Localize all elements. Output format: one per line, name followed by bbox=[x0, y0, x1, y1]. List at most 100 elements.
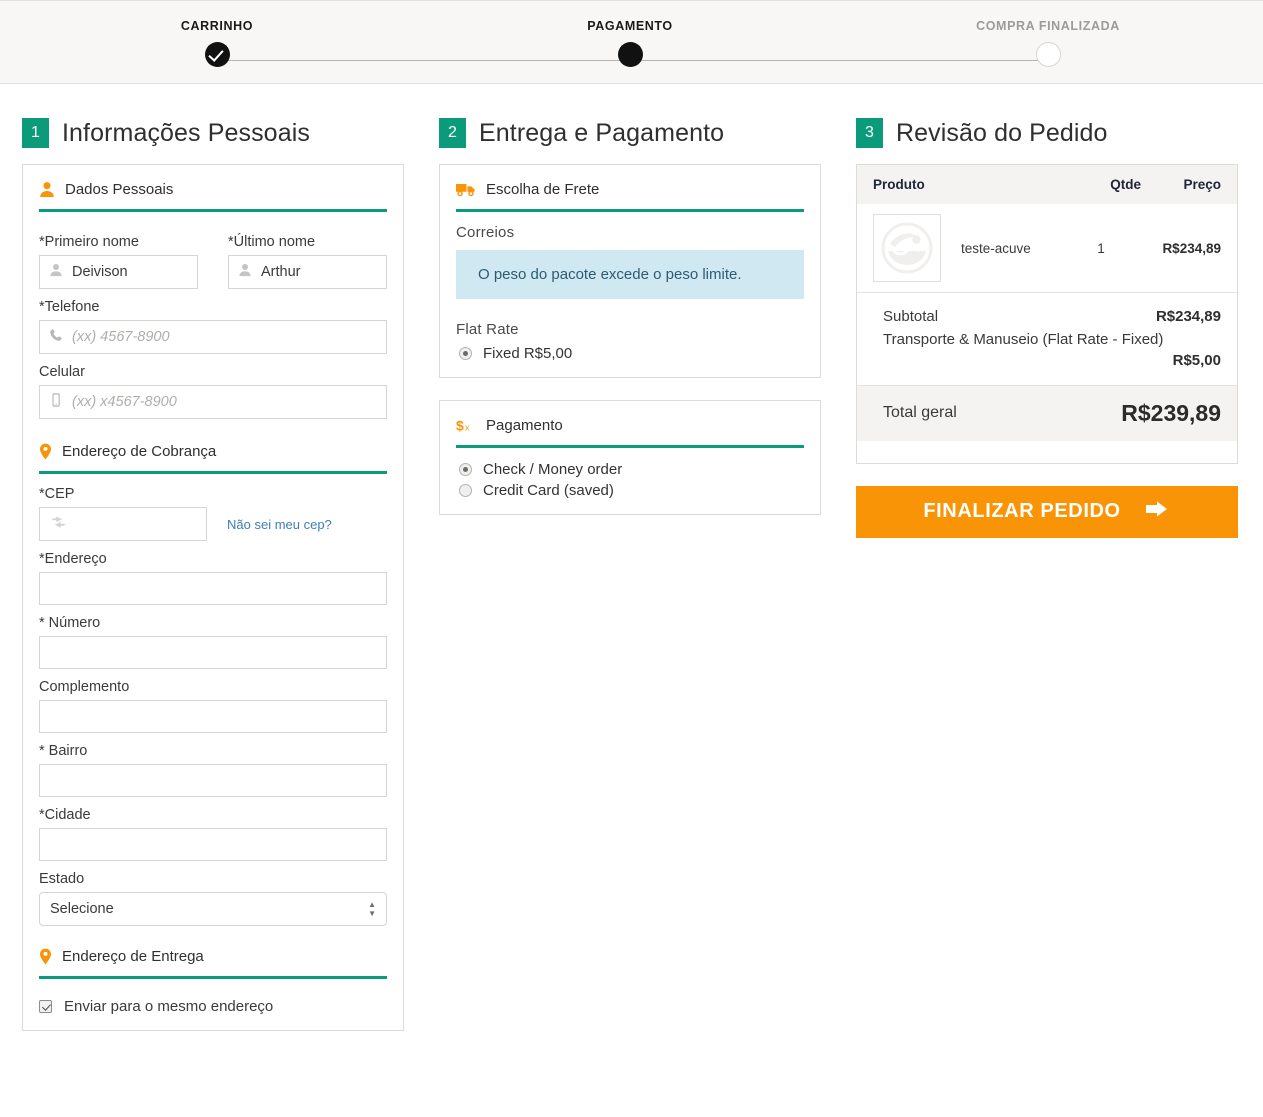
personal-data-title: Dados Pessoais bbox=[65, 181, 173, 198]
step-number-badge: 2 bbox=[439, 118, 466, 148]
svg-text:x: x bbox=[465, 423, 470, 433]
cep-label: *CEP bbox=[39, 486, 387, 502]
svg-text:$: $ bbox=[456, 418, 464, 434]
address-input[interactable] bbox=[39, 572, 387, 605]
payment-option-label: Credit Card (saved) bbox=[483, 482, 614, 499]
complement-input[interactable] bbox=[39, 700, 387, 733]
progress-step-label: PAGAMENTO bbox=[510, 19, 750, 33]
last-name-label: *Último nome bbox=[228, 234, 387, 250]
number-label: * Número bbox=[39, 615, 387, 631]
flat-rate-option-row[interactable]: Fixed R$5,00 bbox=[456, 344, 804, 365]
shipping-method-panel: Escolha de Frete Correios O peso do paco… bbox=[439, 164, 821, 378]
same-address-label: Enviar para o mesmo endereço bbox=[64, 998, 273, 1015]
page-title: Informações Pessoais bbox=[62, 119, 310, 148]
truck-icon bbox=[456, 182, 476, 197]
progress-step-compra-finalizada: COMPRA FINALIZADA bbox=[928, 1, 1168, 67]
product-name: teste-acuve bbox=[941, 241, 1071, 256]
complement-label: Complemento bbox=[39, 679, 387, 695]
mobile-label: Celular bbox=[39, 364, 387, 380]
delivery-heading: 2 Entrega e Pagamento bbox=[439, 118, 821, 148]
same-address-checkbox-row[interactable]: Enviar para o mesmo endereço bbox=[39, 991, 387, 1018]
billing-address-title: Endereço de Cobrança bbox=[62, 443, 216, 460]
column-header-qtde: Qtde bbox=[1051, 177, 1141, 192]
delivery-title: Entrega e Pagamento bbox=[479, 119, 724, 148]
dollar-icon: $x bbox=[456, 417, 476, 434]
billing-address-header: Endereço de Cobrança bbox=[39, 441, 387, 474]
phone-input[interactable]: (xx) 4567-8900 bbox=[39, 320, 387, 354]
state-select[interactable]: Selecione ▲▼ bbox=[39, 892, 387, 926]
exchange-arrows-icon bbox=[49, 515, 69, 533]
current-step-dot-icon bbox=[618, 42, 643, 67]
user-icon bbox=[238, 263, 252, 281]
mobile-input[interactable]: (xx) x4567-8900 bbox=[39, 385, 387, 419]
order-review-heading: 3 Revisão do Pedido bbox=[856, 118, 1238, 148]
carrier-label: Correios bbox=[456, 224, 804, 241]
payment-option-check-row[interactable]: Check / Money order bbox=[456, 460, 804, 481]
column-delivery-payment: 2 Entrega e Pagamento Escolha de Frete C… bbox=[439, 84, 821, 515]
shipping-method-title: Escolha de Frete bbox=[486, 181, 599, 198]
step-number-badge: 3 bbox=[856, 118, 883, 148]
last-name-value: Arthur bbox=[261, 264, 301, 280]
user-icon bbox=[49, 263, 63, 281]
progress-rail-1 bbox=[217, 60, 630, 61]
address-label: *Endereço bbox=[39, 551, 387, 567]
state-selected-value: Selecione bbox=[50, 901, 114, 917]
district-input[interactable] bbox=[39, 764, 387, 797]
flat-rate-radio[interactable] bbox=[459, 347, 472, 360]
city-label: *Cidade bbox=[39, 807, 387, 823]
shipping-weight-notice: O peso do pacote excede o peso limite. bbox=[456, 250, 804, 299]
checkout-progress-bar: CARRINHO PAGAMENTO COMPRA FINALIZADA bbox=[0, 0, 1263, 84]
personal-data-panel: Dados Pessoais *Primeiro nome Deivison *… bbox=[22, 164, 404, 1031]
phone-label: *Telefone bbox=[39, 299, 387, 315]
progress-rail-2 bbox=[630, 60, 1048, 61]
payment-option-credit-radio[interactable] bbox=[459, 484, 472, 497]
column-order-review: 3 Revisão do Pedido Produto Qtde Preço bbox=[856, 84, 1238, 538]
first-name-input[interactable]: Deivison bbox=[39, 255, 198, 289]
mobile-phone-icon bbox=[49, 393, 63, 411]
personal-info-heading: 1 Informações Pessoais bbox=[22, 118, 404, 148]
order-summary-table: Produto Qtde Preço teste-acuve 1 R$234,8 bbox=[856, 164, 1238, 464]
city-input[interactable] bbox=[39, 828, 387, 861]
phone-placeholder: (xx) 4567-8900 bbox=[72, 329, 170, 345]
product-thumbnail bbox=[873, 214, 941, 282]
payment-option-check-radio[interactable] bbox=[459, 463, 472, 476]
mobile-placeholder: (xx) x4567-8900 bbox=[72, 394, 177, 410]
product-price: R$234,89 bbox=[1131, 241, 1221, 256]
shipping-address-header: Endereço de Entrega bbox=[39, 946, 387, 979]
progress-steps: CARRINHO PAGAMENTO COMPRA FINALIZADA bbox=[0, 1, 1263, 83]
progress-step-label: CARRINHO bbox=[97, 19, 337, 33]
progress-step-label: COMPRA FINALIZADA bbox=[928, 19, 1168, 33]
grand-total-row: Total geral R$239,89 bbox=[857, 385, 1237, 441]
first-name-label: *Primeiro nome bbox=[39, 234, 198, 250]
column-header-produto: Produto bbox=[873, 177, 1051, 192]
grand-total-value: R$239,89 bbox=[1121, 400, 1221, 427]
cep-input[interactable] bbox=[39, 507, 207, 541]
column-header-preco: Preço bbox=[1141, 177, 1221, 192]
subtotal-label: Subtotal bbox=[883, 305, 938, 328]
order-review-title: Revisão do Pedido bbox=[896, 119, 1108, 148]
cep-help-link[interactable]: Não sei meu cep? bbox=[227, 517, 332, 532]
same-address-checkbox[interactable] bbox=[39, 1000, 52, 1013]
finalize-order-button[interactable]: FINALIZAR PEDIDO bbox=[856, 486, 1238, 538]
arrow-right-icon bbox=[1143, 499, 1171, 525]
first-name-value: Deivison bbox=[72, 264, 128, 280]
location-pin-icon bbox=[39, 443, 52, 460]
check-icon bbox=[205, 42, 230, 67]
shipping-method-panel-header: Escolha de Frete bbox=[456, 179, 804, 212]
personal-data-panel-header: Dados Pessoais bbox=[39, 179, 387, 212]
progress-step-carrinho[interactable]: CARRINHO bbox=[97, 1, 337, 67]
state-label: Estado bbox=[39, 871, 387, 887]
subtotal-line: Subtotal R$234,89 bbox=[883, 305, 1221, 328]
progress-step-pagamento[interactable]: PAGAMENTO bbox=[510, 1, 750, 67]
shipping-address-title: Endereço de Entrega bbox=[62, 948, 204, 965]
product-qty: 1 bbox=[1071, 241, 1131, 256]
last-name-input[interactable]: Arthur bbox=[228, 255, 387, 289]
flat-rate-label: Flat Rate bbox=[456, 321, 804, 338]
phone-icon bbox=[49, 328, 63, 346]
pending-step-dot-icon bbox=[1036, 42, 1061, 67]
column-personal-info: 1 Informações Pessoais Dados Pessoais *P… bbox=[22, 84, 404, 1031]
payment-method-panel-header: $x Pagamento bbox=[456, 415, 804, 448]
payment-option-credit-row[interactable]: Credit Card (saved) bbox=[456, 481, 804, 502]
number-input[interactable] bbox=[39, 636, 387, 669]
checkout-columns: 1 Informações Pessoais Dados Pessoais *P… bbox=[0, 84, 1263, 1031]
